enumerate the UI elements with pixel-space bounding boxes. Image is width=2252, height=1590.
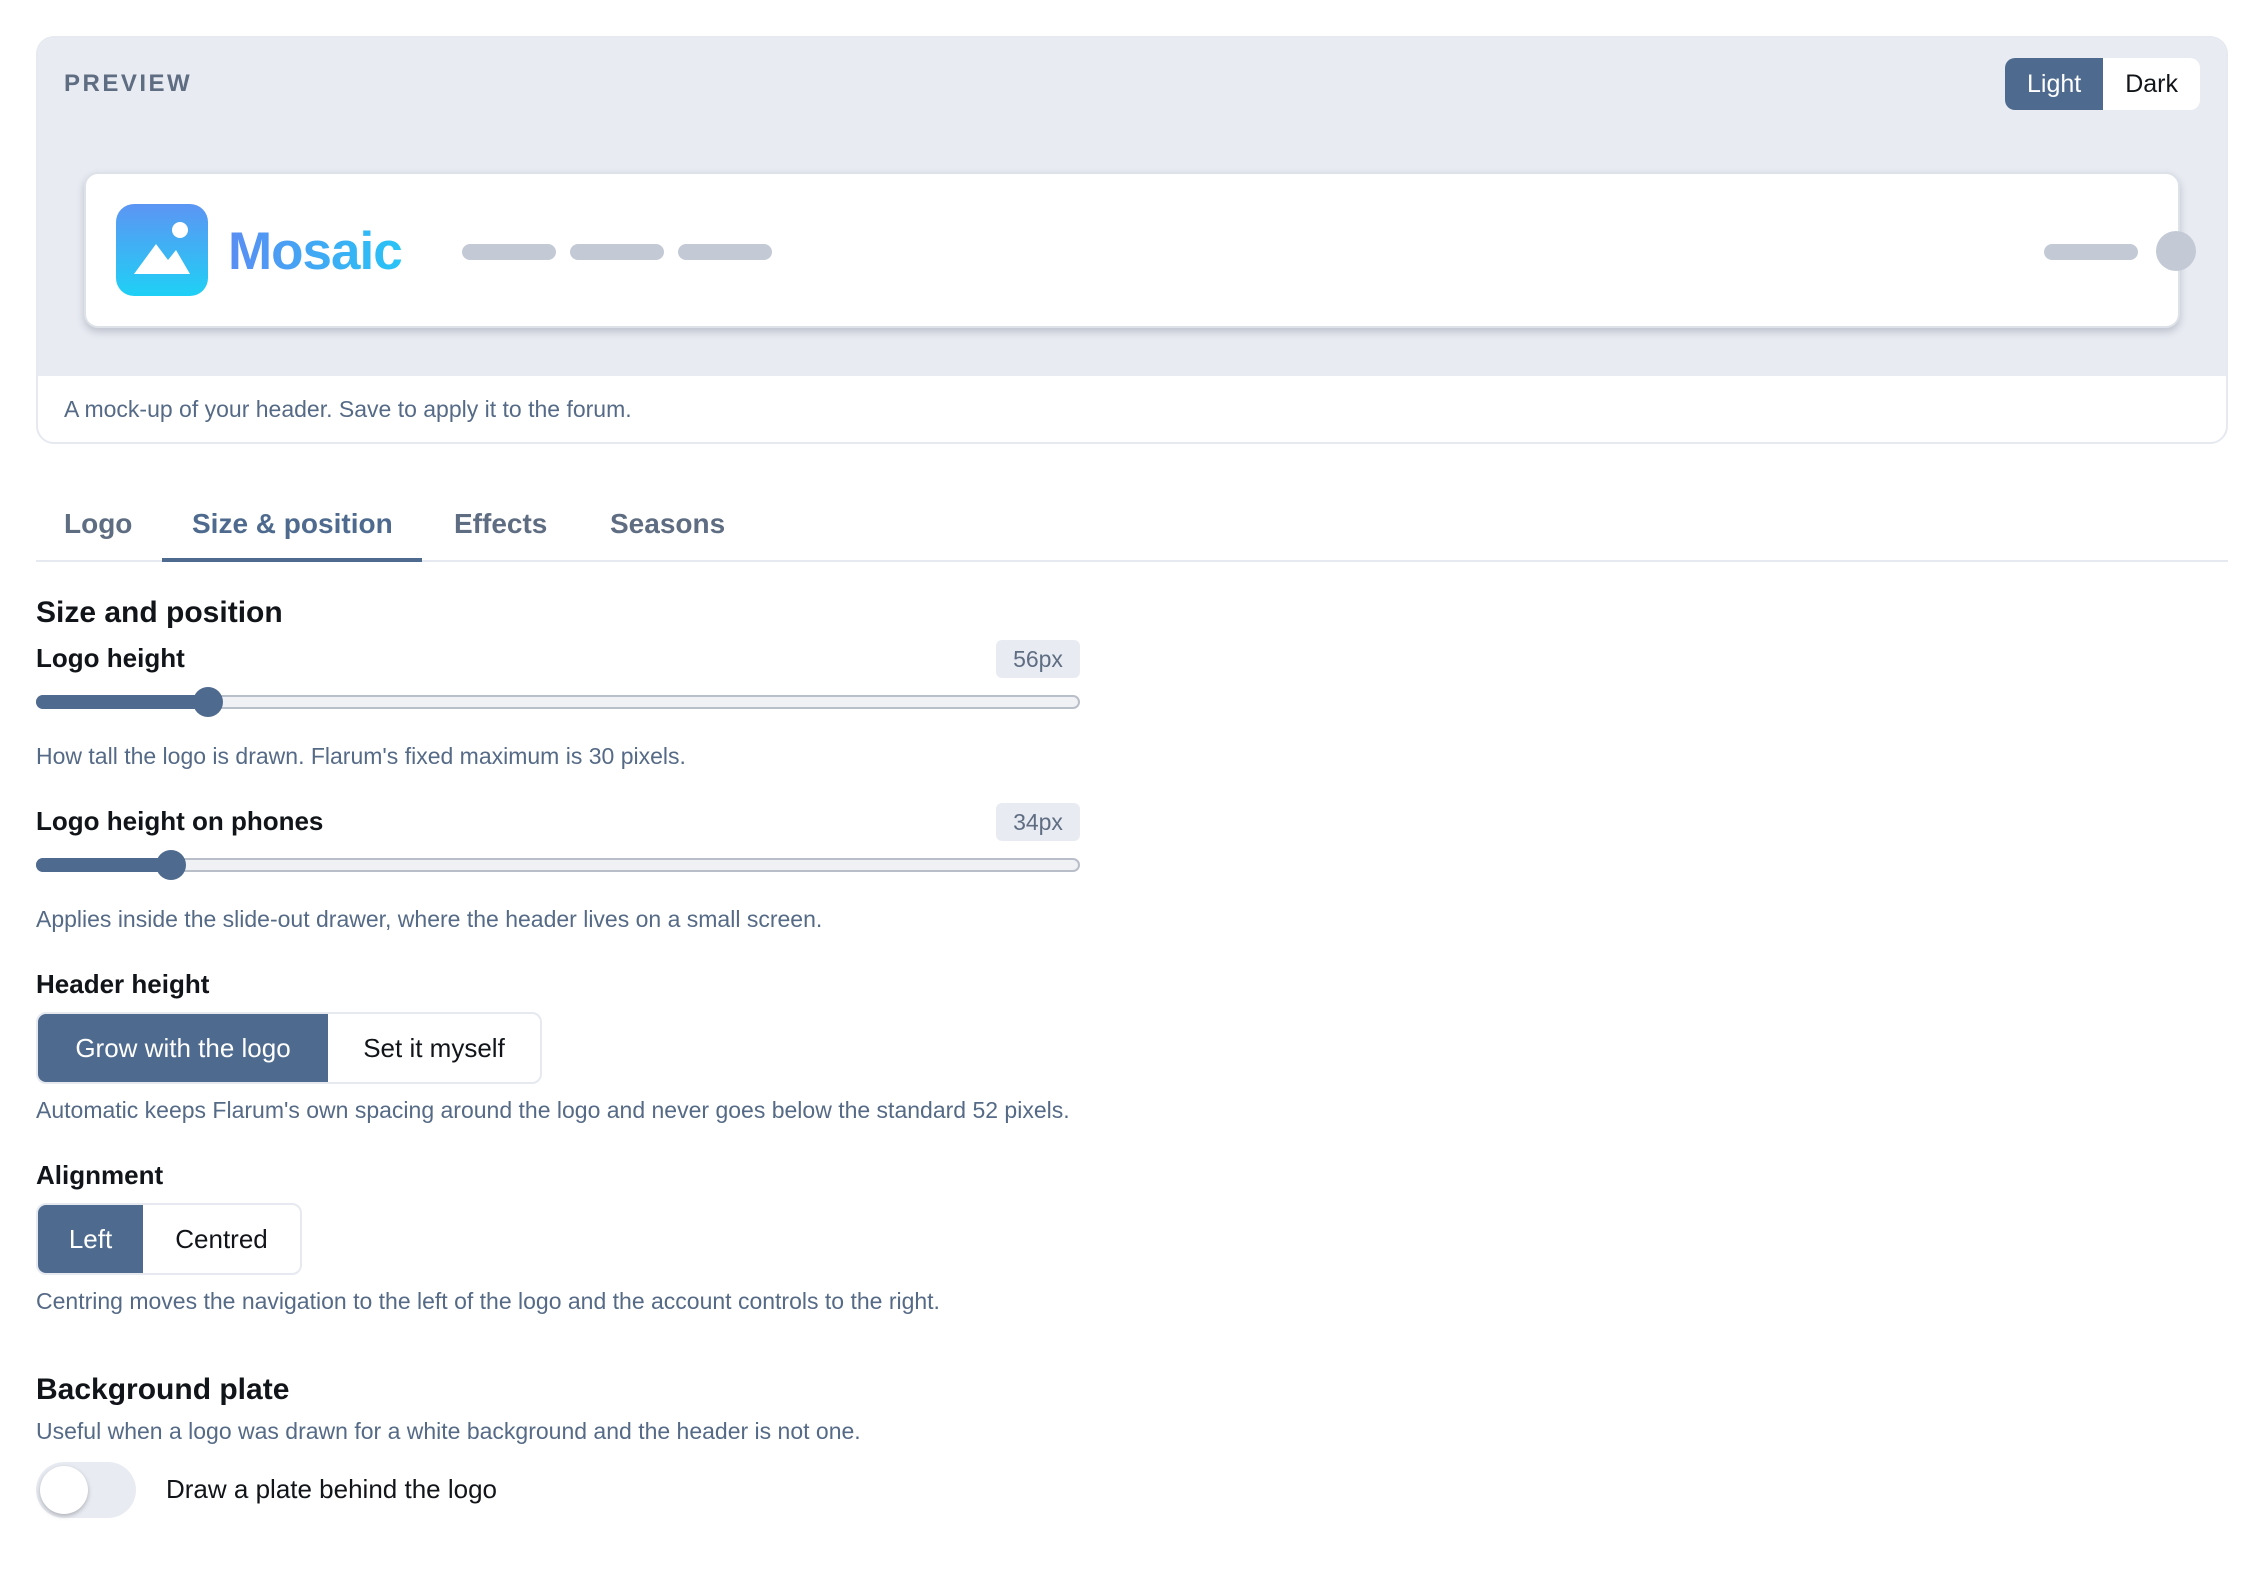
background-plate-help: Useful when a logo was drawn for a white… bbox=[36, 1418, 861, 1444]
alignment-option-centred[interactable]: Centred bbox=[143, 1205, 300, 1273]
logo-height-phones-label: Logo height on phones bbox=[36, 806, 324, 836]
background-plate-toggle-label[interactable]: Draw a plate behind the logo bbox=[166, 1474, 497, 1505]
toggle-knob bbox=[40, 1466, 88, 1514]
slider-fill bbox=[36, 695, 209, 709]
alignment-option-left[interactable]: Left bbox=[38, 1205, 143, 1273]
alignment-label: Alignment bbox=[36, 1160, 164, 1190]
alignment-segmented: Left Centred bbox=[36, 1203, 302, 1275]
image-mountain-icon bbox=[116, 204, 208, 296]
header-height-option-manual[interactable]: Set it myself bbox=[328, 1014, 540, 1082]
mock-header: Mosaic bbox=[84, 172, 2196, 328]
logo-height-slider[interactable] bbox=[36, 687, 1080, 717]
logo-height-label: Logo height bbox=[36, 643, 185, 673]
logo-height-phones-slider[interactable] bbox=[36, 850, 1080, 880]
mock-account-placeholder bbox=[2044, 244, 2138, 260]
mock-avatar bbox=[2156, 231, 2196, 271]
settings-tabs: Logo Size & position Effects Seasons bbox=[36, 486, 2228, 562]
section-title-background-plate: Background plate bbox=[36, 1373, 290, 1406]
slider-track bbox=[36, 858, 1080, 872]
tab-seasons[interactable]: Seasons bbox=[610, 500, 725, 562]
mock-nav-placeholder bbox=[678, 244, 772, 260]
preview-caption: A mock-up of your header. Save to apply … bbox=[64, 396, 632, 422]
section-title-size-position: Size and position bbox=[36, 596, 283, 629]
header-height-segmented: Grow with the logo Set it myself bbox=[36, 1012, 542, 1084]
active-tab-indicator bbox=[162, 558, 422, 562]
header-height-label: Header height bbox=[36, 969, 210, 999]
tab-effects[interactable]: Effects bbox=[454, 500, 547, 562]
preview-label: PREVIEW bbox=[64, 70, 193, 97]
slider-thumb[interactable] bbox=[155, 850, 186, 880]
alignment-help: Centring moves the navigation to the lef… bbox=[36, 1288, 940, 1314]
mode-dark-button[interactable]: Dark bbox=[2103, 58, 2200, 110]
preview-card: PREVIEW Light Dark Mosaic A mock-up of y… bbox=[36, 36, 2228, 444]
tab-size-position[interactable]: Size & position bbox=[192, 500, 393, 562]
slider-fill bbox=[36, 858, 171, 872]
logo-height-phones-help: Applies inside the slide-out drawer, whe… bbox=[36, 906, 823, 932]
slider-thumb[interactable] bbox=[193, 687, 224, 717]
mode-light-button[interactable]: Light bbox=[2004, 58, 2104, 110]
preview-mode-toggle: Light Dark bbox=[2004, 58, 2200, 110]
header-height-help: Automatic keeps Flarum's own spacing aro… bbox=[36, 1097, 1070, 1123]
header-height-option-grow[interactable]: Grow with the logo bbox=[38, 1014, 328, 1082]
background-plate-toggle[interactable] bbox=[36, 1462, 136, 1518]
logo-height-phones-value-badge: 34px bbox=[996, 803, 1080, 841]
logo-height-value-badge: 56px bbox=[996, 640, 1080, 678]
mock-nav-placeholder bbox=[462, 244, 556, 260]
preview-stage: PREVIEW Light Dark Mosaic bbox=[38, 38, 2226, 376]
tab-logo[interactable]: Logo bbox=[64, 500, 132, 562]
mock-wordmark: Mosaic bbox=[228, 222, 403, 281]
logo-height-help: How tall the logo is drawn. Flarum's fix… bbox=[36, 743, 686, 769]
mock-nav-placeholder bbox=[570, 244, 664, 260]
